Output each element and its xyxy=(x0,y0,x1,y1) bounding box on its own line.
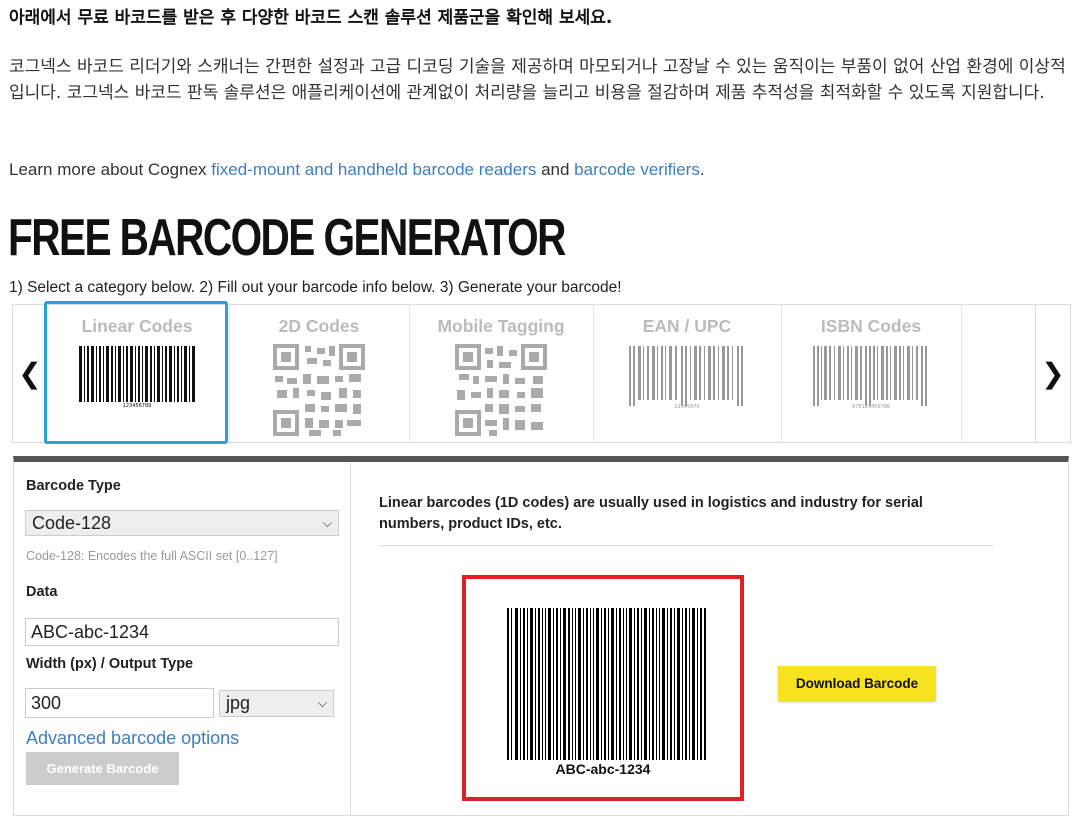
verifiers-link[interactable]: barcode verifiers xyxy=(574,160,700,179)
isbn-barcode-icon: 978123456786 xyxy=(813,346,927,410)
barcode-caption: 12345670 xyxy=(674,404,699,410)
barcode-type-hint: Code-128: Encodes the full ASCII set [0.… xyxy=(26,549,278,563)
intro-heading: 아래에서 무료 바코드를 받은 후 다양한 바코드 스캔 솔루션 제품군을 확인… xyxy=(9,8,613,28)
barcode-caption: 978123456786 xyxy=(852,404,890,410)
category-label: Mobile Tagging xyxy=(437,316,565,336)
category-ean-upc[interactable]: EAN / UPC 12345670 xyxy=(593,305,782,442)
advanced-options-link[interactable]: Advanced barcode options xyxy=(26,728,239,749)
chevron-left-icon: ❮ xyxy=(18,358,42,389)
qr-code-icon xyxy=(455,344,547,436)
qr-code-icon xyxy=(273,344,365,436)
learn-more-suffix: . xyxy=(699,160,705,179)
data-input[interactable]: ABC-abc-1234 xyxy=(25,618,339,646)
carousel-prev-button[interactable]: ❮ xyxy=(13,305,47,442)
category-label: EAN / UPC xyxy=(642,316,732,336)
category-label: 2D Codes xyxy=(278,316,360,336)
generate-barcode-button[interactable]: Generate Barcode xyxy=(26,752,179,785)
panel-divider xyxy=(350,462,351,816)
linear-barcode-icon: 123456789 xyxy=(79,346,195,408)
chevron-down-icon: ⌵ xyxy=(317,696,327,710)
category-isbn-codes[interactable]: ISBN Codes 978123456786 xyxy=(781,305,962,442)
barcode-type-label: Barcode Type xyxy=(26,478,121,494)
intro-paragraph: 코그넥스 바코드 리더기와 스캐너는 간편한 설정과 고급 디코딩 기술을 제공… xyxy=(9,57,1066,103)
barcode-type-select[interactable]: Code-128 ⌵ xyxy=(25,510,339,536)
category-label: ISBN Codes xyxy=(820,316,922,336)
barcode-preview: ABC-abc-1234 xyxy=(462,575,744,801)
readers-link[interactable]: fixed-mount and handheld barcode readers xyxy=(211,160,536,179)
data-input-value: ABC-abc-1234 xyxy=(31,621,150,642)
category-label: Linear Codes xyxy=(81,316,193,336)
category-carousel: ❮ Linear Codes 123456789 2D Codes Mobile… xyxy=(12,304,1071,443)
description-divider xyxy=(379,545,994,546)
chevron-down-icon: ⌵ xyxy=(322,515,332,530)
learn-more-and: and xyxy=(536,160,575,179)
chevron-right-icon: ❯ xyxy=(1041,358,1065,389)
steps-instructions: 1) Select a category below. 2) Fill out … xyxy=(9,279,622,296)
category-description: Linear barcodes (1D codes) are usually u… xyxy=(379,495,923,532)
barcode-human-readable: ABC-abc-1234 xyxy=(555,761,651,777)
learn-more-prefix: Learn more about Cognex xyxy=(9,160,212,179)
category-2d-codes[interactable]: 2D Codes xyxy=(229,305,410,442)
output-type-value: jpg xyxy=(226,693,251,713)
barcode-caption: 123456789 xyxy=(123,403,152,408)
barcode-type-value: Code-128 xyxy=(32,512,112,533)
width-output-label: Width (px) / Output Type xyxy=(26,656,194,672)
category-mobile-tagging[interactable]: Mobile Tagging xyxy=(409,305,594,442)
category-linear-codes[interactable]: Linear Codes 123456789 xyxy=(45,305,230,442)
learn-more-text: Learn more about Cognex fixed-mount and … xyxy=(9,160,705,180)
page-title: FREE BARCODE GENERATOR xyxy=(8,209,566,267)
carousel-next-button[interactable]: ❯ xyxy=(1035,305,1070,442)
output-type-select[interactable]: jpg ⌵ xyxy=(219,690,334,717)
data-label: Data xyxy=(26,584,58,600)
width-input-value: 300 xyxy=(31,692,62,713)
width-input[interactable]: 300 xyxy=(25,688,214,718)
download-barcode-button[interactable]: Download Barcode xyxy=(778,666,936,701)
ean-barcode-icon: 12345670 xyxy=(629,346,743,410)
